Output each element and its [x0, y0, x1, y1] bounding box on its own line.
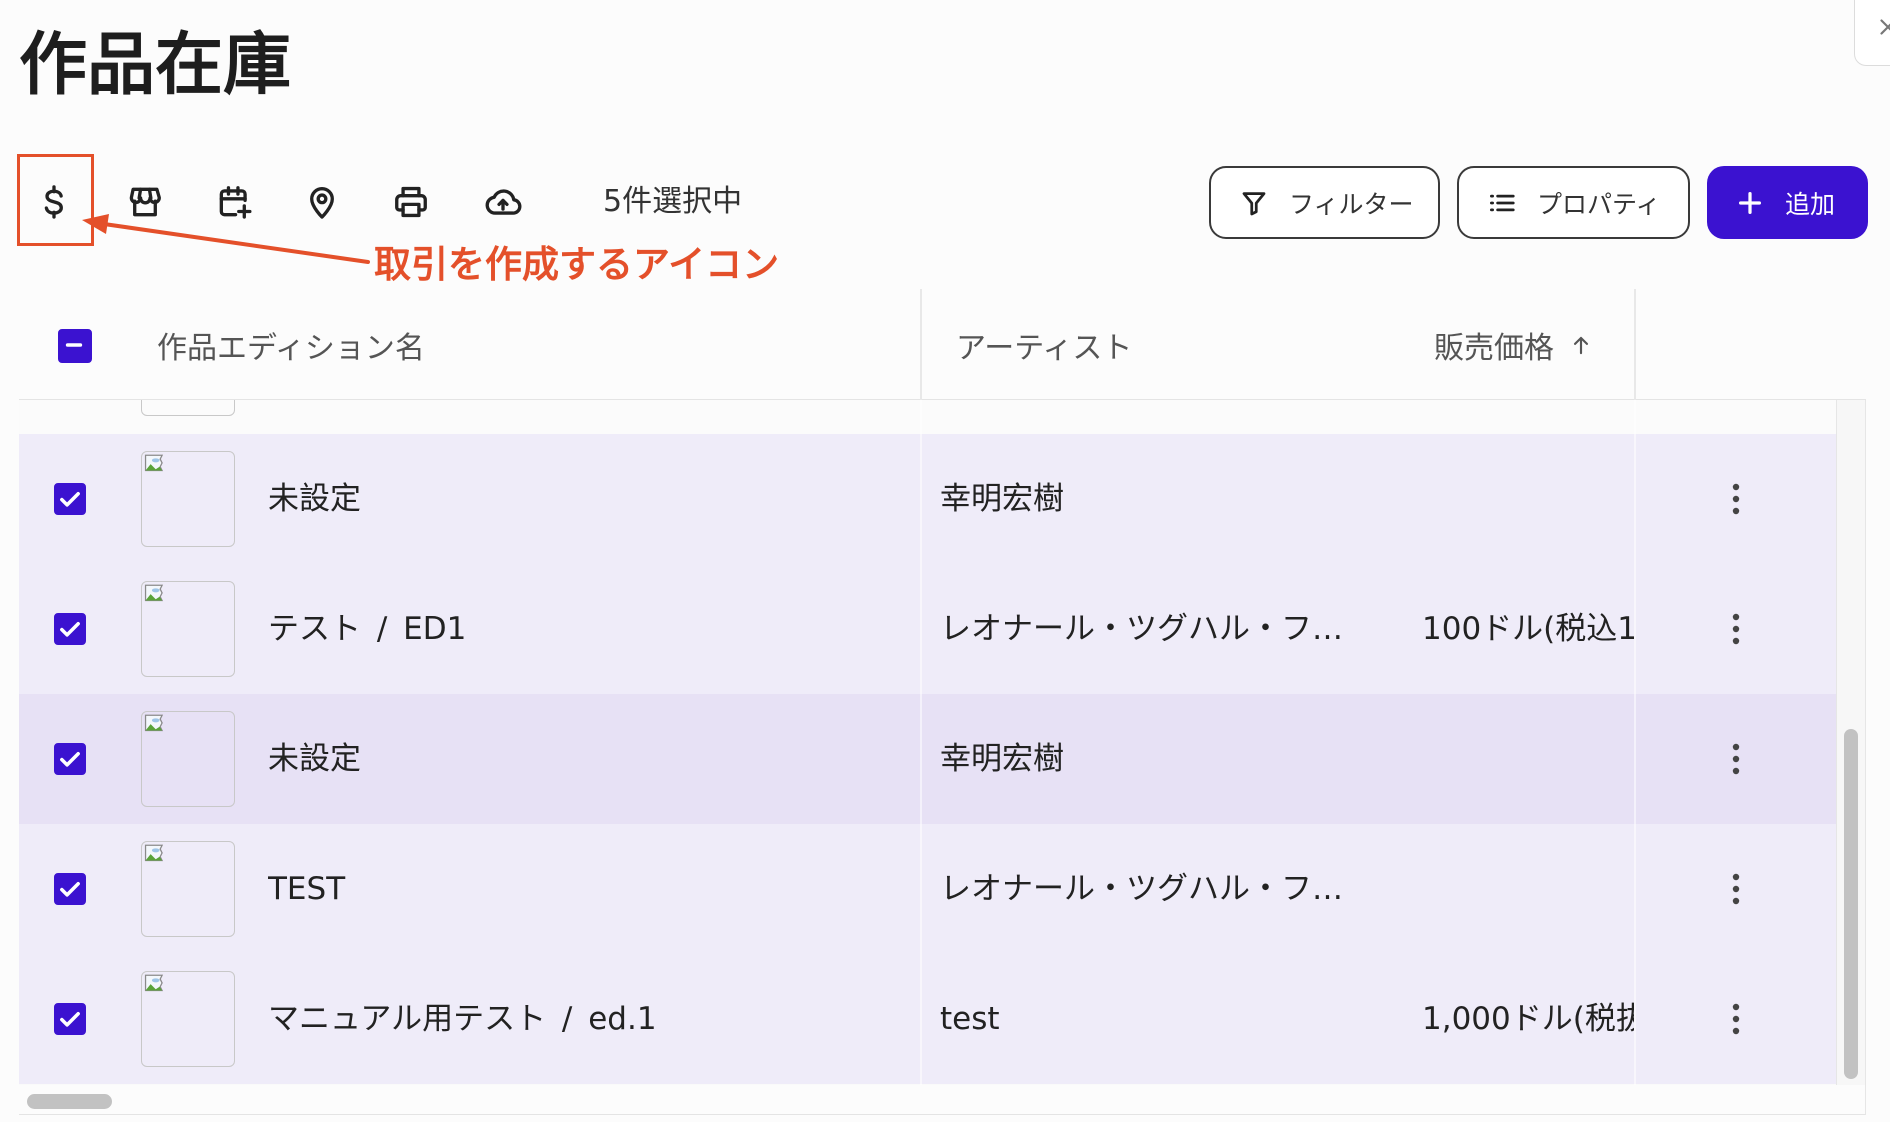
add-button[interactable]: 追加 [1707, 166, 1868, 239]
select-all-checkbox[interactable] [58, 329, 92, 363]
edition-name: 未設定 [268, 481, 361, 517]
vertical-scroll-thumb[interactable] [1844, 729, 1858, 1079]
upload-button[interactable] [484, 183, 522, 221]
row-menu-button[interactable] [1730, 482, 1742, 516]
column-header-sale-price[interactable]: 販売価格 [1434, 289, 1594, 400]
table-row[interactable]: 未設定 幸明宏樹 [19, 434, 1836, 564]
row-checkbox[interactable] [54, 613, 86, 645]
checkmark-icon [60, 752, 80, 767]
annotation-label: 取引を作成するアイコン [374, 243, 780, 286]
printer-icon[interactable] [392, 183, 430, 221]
store-button[interactable] [126, 183, 164, 221]
column-header-label: 販売価格 [1434, 330, 1554, 366]
column-divider[interactable] [1634, 289, 1636, 400]
artwork-thumbnail[interactable] [141, 971, 235, 1067]
row-checkbox[interactable] [54, 743, 86, 775]
column-divider [1634, 400, 1636, 1085]
checkmark-icon [60, 622, 80, 637]
artwork-thumbnail[interactable] [141, 581, 235, 677]
column-header-edition-name[interactable]: 作品エディション名 [157, 289, 425, 400]
row-menu-button[interactable] [1730, 1002, 1742, 1036]
row-menu-button[interactable] [1730, 742, 1742, 776]
table-row-partial[interactable] [19, 400, 1836, 434]
sale-price: 100ドル(税込1 [1422, 611, 1634, 647]
artist-name: レオナール・ツグハル・フ… [940, 611, 1343, 647]
kebab-icon[interactable] [1730, 612, 1742, 646]
table-header: 作品エディション名 アーティスト 販売価格 [19, 289, 1866, 400]
column-divider[interactable] [920, 289, 922, 400]
table-row[interactable]: テスト / ED1 レオナール・ツグハル・フ… 100ドル(税込1 [19, 564, 1836, 694]
broken-image-icon [144, 844, 164, 862]
kebab-icon[interactable] [1730, 1002, 1742, 1036]
plus-icon [1739, 191, 1761, 214]
sale-price [1422, 434, 1634, 564]
add-button-label: 追加 [1785, 189, 1836, 219]
edition-name: TEST [268, 871, 346, 907]
column-header-label: アーティスト [956, 330, 1133, 366]
filter-button[interactable]: フィルター [1209, 166, 1440, 239]
column-header-label: 作品エディション名 [157, 330, 425, 366]
artwork-thumbnail[interactable] [141, 841, 235, 937]
store-icon[interactable] [126, 183, 164, 221]
table-body: 未設定 幸明宏樹 テスト / ED1 レオナール・ツグハル・フ… 100ドル(税込1 未設… [19, 400, 1836, 1085]
table-row[interactable]: マニュアル用テスト / ed.1 test 1,000ドル(税抜 [19, 954, 1836, 1084]
broken-image-icon [144, 584, 164, 602]
vertical-scrollbar[interactable] [1836, 400, 1866, 1085]
artist-name: test [940, 1001, 1000, 1037]
arrow-up-icon[interactable] [1568, 332, 1594, 358]
calendar-add-icon[interactable] [215, 183, 253, 221]
artist-name: 幸明宏樹 [940, 741, 1064, 777]
row-checkbox[interactable] [54, 873, 86, 905]
row-checkbox[interactable] [54, 483, 86, 515]
row-menu-button[interactable] [1730, 612, 1742, 646]
print-button[interactable] [392, 183, 430, 221]
artwork-thumbnail[interactable] [141, 451, 235, 547]
sale-price: 1,000ドル(税抜 [1422, 1001, 1634, 1037]
artist-name: 幸明宏樹 [940, 481, 1064, 517]
filter-icon [1242, 191, 1266, 215]
properties-button-label: プロパティ [1537, 189, 1661, 219]
row-menu-button[interactable] [1730, 872, 1742, 906]
checkmark-icon [60, 492, 80, 507]
artwork-thumbnail[interactable] [141, 711, 235, 807]
row-checkbox[interactable] [54, 1003, 86, 1035]
properties-button[interactable]: プロパティ [1457, 166, 1690, 239]
broken-image-icon [144, 974, 164, 992]
close-panel-tab[interactable] [1854, 0, 1890, 66]
annotation-box [17, 154, 94, 246]
broken-image-icon [144, 714, 164, 732]
horizontal-scroll-thumb[interactable] [27, 1094, 112, 1109]
sale-price [1422, 694, 1634, 824]
list-icon [1490, 194, 1515, 211]
table-row[interactable]: TEST レオナール・ツグハル・フ… [19, 824, 1836, 954]
minus-icon [65, 343, 83, 347]
edition-name: テスト / ED1 [268, 611, 467, 647]
cloud-upload-icon[interactable] [484, 183, 522, 221]
add-to-calendar-button[interactable] [215, 183, 253, 221]
table-row[interactable]: 未設定 幸明宏樹 [19, 694, 1836, 824]
edition-name: 未設定 [268, 741, 361, 777]
kebab-icon[interactable] [1730, 742, 1742, 776]
artist-name: レオナール・ツグハル・フ… [940, 871, 1343, 907]
checkmark-icon [60, 1012, 80, 1027]
location-pin-icon[interactable] [303, 183, 341, 221]
sale-price [1422, 824, 1634, 954]
artwork-thumbnail[interactable] [141, 400, 235, 416]
kebab-icon[interactable] [1730, 872, 1742, 906]
location-button[interactable] [303, 183, 341, 221]
edition-name: マニュアル用テスト / ed.1 [268, 1001, 657, 1037]
filter-button-label: フィルター [1289, 189, 1414, 219]
horizontal-scrollbar[interactable] [19, 1085, 1866, 1115]
checkmark-icon [60, 882, 80, 897]
column-header-artist[interactable]: アーティスト [956, 289, 1132, 400]
column-divider [920, 400, 922, 1085]
page-title: 作品在庫 [19, 26, 292, 105]
selection-count: 5件選択中 [603, 184, 743, 219]
broken-image-icon [144, 454, 164, 472]
inventory-table: 作品エディション名 アーティスト 販売価格 未設定 幸明宏樹 テスト / ED1 レオ… [19, 289, 1866, 1115]
close-icon[interactable] [1875, 14, 1890, 40]
kebab-icon[interactable] [1730, 482, 1742, 516]
